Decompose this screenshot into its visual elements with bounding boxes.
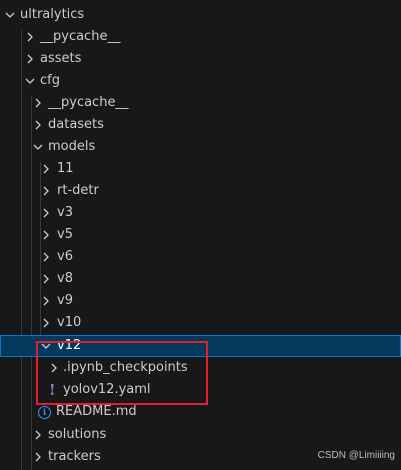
chevron-right-icon: [24, 48, 36, 70]
tree-file-yolov12-yaml[interactable]: ! yolov12.yaml: [0, 379, 401, 401]
tree-item-label: v12: [57, 338, 82, 353]
tree-folder-assets[interactable]: assets: [0, 48, 401, 70]
tree-item-label: ultralytics: [20, 7, 85, 22]
chevron-right-icon: [32, 114, 44, 136]
chevron-right-icon: [40, 202, 52, 224]
tree-item-label: trackers: [48, 449, 101, 464]
tree-file-readme[interactable]: i README.md: [0, 401, 401, 423]
tree-folder-models[interactable]: models: [0, 136, 401, 158]
tree-item-label: __pycache__: [40, 29, 121, 44]
tree-item-label: models: [48, 139, 96, 154]
tree-folder-v8[interactable]: v8: [0, 268, 401, 290]
tree-item-label: solutions: [48, 427, 107, 442]
tree-folder-pycache[interactable]: __pycache__: [0, 92, 401, 114]
chevron-right-icon: [32, 92, 44, 114]
tree-item-label: __pycache__: [48, 95, 129, 110]
tree-folder-rt-detr[interactable]: rt-detr: [0, 180, 401, 202]
chevron-right-icon: [40, 290, 52, 312]
chevron-down-icon: [24, 70, 36, 92]
tree-folder-ultralytics[interactable]: ultralytics: [0, 4, 401, 26]
chevron-right-icon: [32, 446, 44, 468]
chevron-right-icon: [40, 158, 52, 180]
chevron-right-icon: [24, 26, 36, 48]
chevron-down-icon: [32, 136, 44, 158]
tree-folder-v9[interactable]: v9: [0, 290, 401, 312]
tree-item-label: v8: [57, 271, 73, 286]
tree-folder-11[interactable]: 11: [0, 158, 401, 180]
file-explorer: ultralytics __pycache__ assets cfg __pyc…: [0, 0, 401, 470]
watermark-text: CSDN @Limiiiing: [317, 450, 395, 461]
tree-folder-v3[interactable]: v3: [0, 202, 401, 224]
tree-folder-cfg[interactable]: cfg: [0, 70, 401, 92]
tree-item-label: assets: [40, 51, 82, 66]
tree-item-label: v5: [57, 227, 73, 242]
tree-item-label: rt-detr: [57, 183, 99, 198]
yaml-file-icon: !: [49, 381, 56, 399]
tree-folder-datasets[interactable]: datasets: [0, 114, 401, 136]
tree-folder-solutions[interactable]: solutions: [0, 424, 401, 446]
tree-item-label: v6: [57, 249, 73, 264]
tree-folder-pycache[interactable]: __pycache__: [0, 26, 401, 48]
chevron-right-icon: [40, 312, 52, 334]
chevron-right-icon: [40, 268, 52, 290]
chevron-right-icon: [32, 424, 44, 446]
info-icon: i: [38, 406, 51, 419]
chevron-right-icon: [40, 180, 52, 202]
tree-item-label: .ipynb_checkpoints: [63, 360, 188, 375]
chevron-right-icon: [40, 246, 52, 268]
tree-item-label: cfg: [40, 73, 60, 88]
tree-item-label: v10: [57, 315, 82, 330]
tree-folder-v6[interactable]: v6: [0, 246, 401, 268]
chevron-down-icon: [40, 335, 52, 357]
chevron-right-icon: [48, 357, 60, 379]
tree-folder-ipynb-checkpoints[interactable]: .ipynb_checkpoints: [0, 357, 401, 379]
tree-item-label: v9: [57, 293, 73, 308]
chevron-down-icon: [4, 4, 16, 26]
tree-item-label: v3: [57, 205, 73, 220]
tree-folder-v10[interactable]: v10: [0, 312, 401, 334]
chevron-right-icon: [40, 224, 52, 246]
tree-folder-v12[interactable]: v12: [0, 335, 401, 357]
tree-item-label: README.md: [56, 404, 137, 419]
tree-item-label: datasets: [48, 117, 104, 132]
tree-folder-v5[interactable]: v5: [0, 224, 401, 246]
tree-item-label: 11: [57, 161, 74, 176]
tree-item-label: yolov12.yaml: [63, 382, 151, 397]
